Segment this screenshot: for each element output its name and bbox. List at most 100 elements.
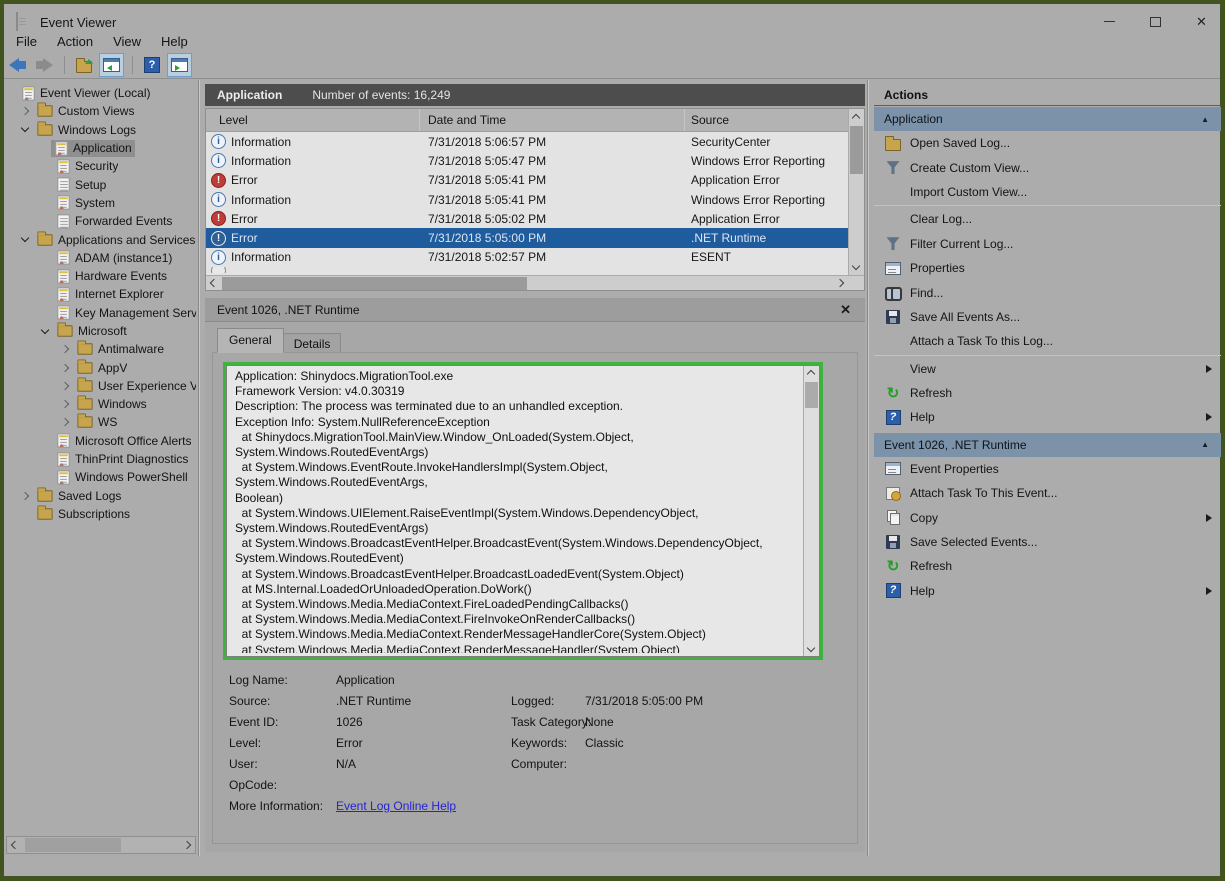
scroll-left-icon[interactable] — [210, 279, 218, 287]
event-row[interactable]: !Error7/31/2018 5:05:02 PMApplication Er… — [206, 209, 848, 228]
action-filter-current-log[interactable]: Filter Current Log... — [874, 232, 1221, 256]
tree-item-windows-powershell[interactable]: Windows PowerShell — [6, 468, 196, 486]
scroll-right-icon[interactable] — [183, 841, 191, 849]
action-event-properties[interactable]: Event Properties — [874, 457, 1221, 481]
tree-item-microsoft-office-alerts[interactable]: Microsoft Office Alerts — [6, 432, 196, 450]
tree-item-custom-views[interactable]: Custom Views — [6, 102, 196, 120]
column-date-and-time[interactable]: Date and Time — [420, 109, 685, 131]
action-help[interactable]: ?Help — [874, 405, 1221, 429]
tree-item-internet-explorer[interactable]: Internet Explorer — [6, 285, 196, 303]
tree-item-application[interactable]: Application — [6, 139, 196, 157]
scroll-up-icon[interactable] — [807, 370, 815, 378]
actions-separator — [874, 205, 1221, 206]
tree-item-subscriptions[interactable]: Subscriptions — [6, 505, 196, 523]
save-icon — [886, 310, 900, 324]
toggle-console-tree-button[interactable] — [99, 53, 124, 77]
folder-icon — [57, 325, 72, 336]
event-viewer-app-icon — [16, 12, 18, 31]
event-list: Level Date and Time Source iInformation7… — [205, 108, 865, 291]
event-row[interactable]: iInformation7/31/2018 5:06:57 PMSecurity… — [206, 132, 848, 151]
column-headers: Level Date and Time Source — [206, 109, 864, 132]
event-list-vertical-scrollbar[interactable] — [848, 109, 864, 275]
action-copy[interactable]: Copy — [874, 505, 1221, 529]
actions-separator — [874, 355, 1221, 356]
description-vertical-scrollbar[interactable] — [803, 366, 819, 656]
scroll-down-icon[interactable] — [807, 644, 815, 652]
tree-item-user-experience-virtualization[interactable]: User Experience Virtualization — [6, 377, 196, 395]
title-bar[interactable]: Event Viewer ✕ — [4, 4, 1220, 31]
maximize-button[interactable] — [1133, 8, 1178, 35]
event-row-selected[interactable]: !Error7/31/2018 5:05:00 PM.NET Runtime — [206, 228, 848, 247]
tree-item-key-management-service[interactable]: Key Management Service — [6, 304, 196, 322]
tree-item-forwarded-events[interactable]: Forwarded Events — [6, 212, 196, 230]
scroll-up-icon[interactable] — [852, 114, 860, 122]
back-button[interactable] — [6, 53, 29, 77]
tree-item-event-viewer-local[interactable]: Event Viewer (Local) — [6, 84, 196, 102]
close-detail-icon[interactable]: ✕ — [840, 302, 851, 318]
tree-item-antimalware[interactable]: Antimalware — [6, 340, 196, 358]
tree-item-saved-logs[interactable]: Saved Logs — [6, 487, 196, 505]
tree-item-windows[interactable]: Windows — [6, 395, 196, 413]
scrollbar-thumb[interactable] — [25, 838, 121, 852]
help-button[interactable]: ? — [141, 53, 163, 77]
event-row[interactable]: iInformation7/31/2018 5:02:57 PMESENT — [206, 248, 848, 267]
tree-item-microsoft[interactable]: Microsoft — [6, 322, 196, 340]
tree-item-adam-instance1[interactable]: ADAM (instance1) — [6, 249, 196, 267]
scrollbar-thumb[interactable] — [805, 382, 818, 408]
collapse-icon[interactable]: ▲ — [1201, 440, 1209, 449]
actions-section-event[interactable]: Event 1026, .NET Runtime ▲ — [874, 433, 1221, 457]
event-description-box[interactable]: Application: Shinydocs.MigrationTool.exe… — [226, 365, 820, 657]
action-view[interactable]: View — [874, 357, 1221, 381]
tree-item-setup[interactable]: Setup — [6, 175, 196, 193]
menu-action[interactable]: Action — [47, 32, 103, 51]
scroll-down-icon[interactable] — [852, 262, 860, 270]
action-save-selected-events[interactable]: Save Selected Events... — [874, 530, 1221, 554]
event-row[interactable]: iInformation7/31/2018 5:05:47 PMWindows … — [206, 151, 848, 170]
tree-item-thinprint-diagnostics[interactable]: ThinPrint Diagnostics — [6, 450, 196, 468]
column-source[interactable]: Source — [685, 109, 848, 131]
tree-item-windows-logs[interactable]: Windows Logs — [6, 121, 196, 139]
task-clock-icon — [886, 487, 900, 500]
action-attach-task-to-log[interactable]: Attach a Task To this Log... — [874, 329, 1221, 353]
close-button[interactable]: ✕ — [1179, 8, 1224, 35]
event-list-horizontal-scrollbar[interactable] — [206, 275, 864, 291]
collapse-icon[interactable]: ▲ — [1201, 115, 1209, 124]
action-help-event[interactable]: ?Help — [874, 579, 1221, 603]
minimize-button[interactable] — [1087, 8, 1132, 35]
toggle-action-pane-button[interactable] — [167, 53, 192, 77]
tree-item-ws[interactable]: WS — [6, 413, 196, 431]
tab-general[interactable]: General — [217, 328, 284, 353]
actions-section-application[interactable]: Application ▲ — [874, 107, 1221, 131]
export-log-button[interactable] — [73, 53, 95, 77]
scroll-left-icon[interactable] — [11, 841, 19, 849]
action-save-all-events-as[interactable]: Save All Events As... — [874, 305, 1221, 329]
menu-view[interactable]: View — [103, 32, 151, 51]
scrollbar-thumb[interactable] — [222, 277, 527, 290]
action-properties[interactable]: Properties — [874, 256, 1221, 280]
tab-details[interactable]: Details — [284, 333, 342, 353]
event-row[interactable]: iInformation7/31/2018 5:05:41 PMWindows … — [206, 190, 848, 209]
menu-help[interactable]: Help — [151, 32, 198, 51]
tree-item-security[interactable]: Security — [6, 157, 196, 175]
event-row[interactable]: !Error7/31/2018 5:05:41 PMApplication Er… — [206, 171, 848, 190]
action-open-saved-log[interactable]: Open Saved Log... — [874, 131, 1221, 155]
action-refresh-event[interactable]: ↻Refresh — [874, 554, 1221, 578]
tree-item-appv[interactable]: AppV — [6, 358, 196, 376]
tree-item-applications-and-services-logs[interactable]: Applications and Services Logs — [6, 230, 196, 248]
menu-file[interactable]: File — [6, 32, 47, 51]
action-create-custom-view[interactable]: Create Custom View... — [874, 155, 1221, 179]
event-log-online-help-link[interactable]: Event Log Online Help — [336, 799, 456, 813]
column-level[interactable]: Level — [206, 109, 420, 131]
tree-item-hardware-events[interactable]: Hardware Events — [6, 267, 196, 285]
action-find[interactable]: Find... — [874, 280, 1221, 304]
action-import-custom-view[interactable]: Import Custom View... — [874, 180, 1221, 204]
tree-horizontal-scrollbar[interactable] — [6, 836, 196, 854]
action-refresh[interactable]: ↻Refresh — [874, 381, 1221, 405]
tree-item-system[interactable]: System — [6, 194, 196, 212]
event-row-partial[interactable] — [206, 267, 848, 273]
forward-button[interactable] — [33, 53, 56, 77]
scrollbar-thumb[interactable] — [850, 126, 863, 174]
action-clear-log[interactable]: Clear Log... — [874, 207, 1221, 231]
scroll-right-icon[interactable] — [836, 279, 844, 287]
action-attach-task-to-event[interactable]: Attach Task To This Event... — [874, 481, 1221, 505]
